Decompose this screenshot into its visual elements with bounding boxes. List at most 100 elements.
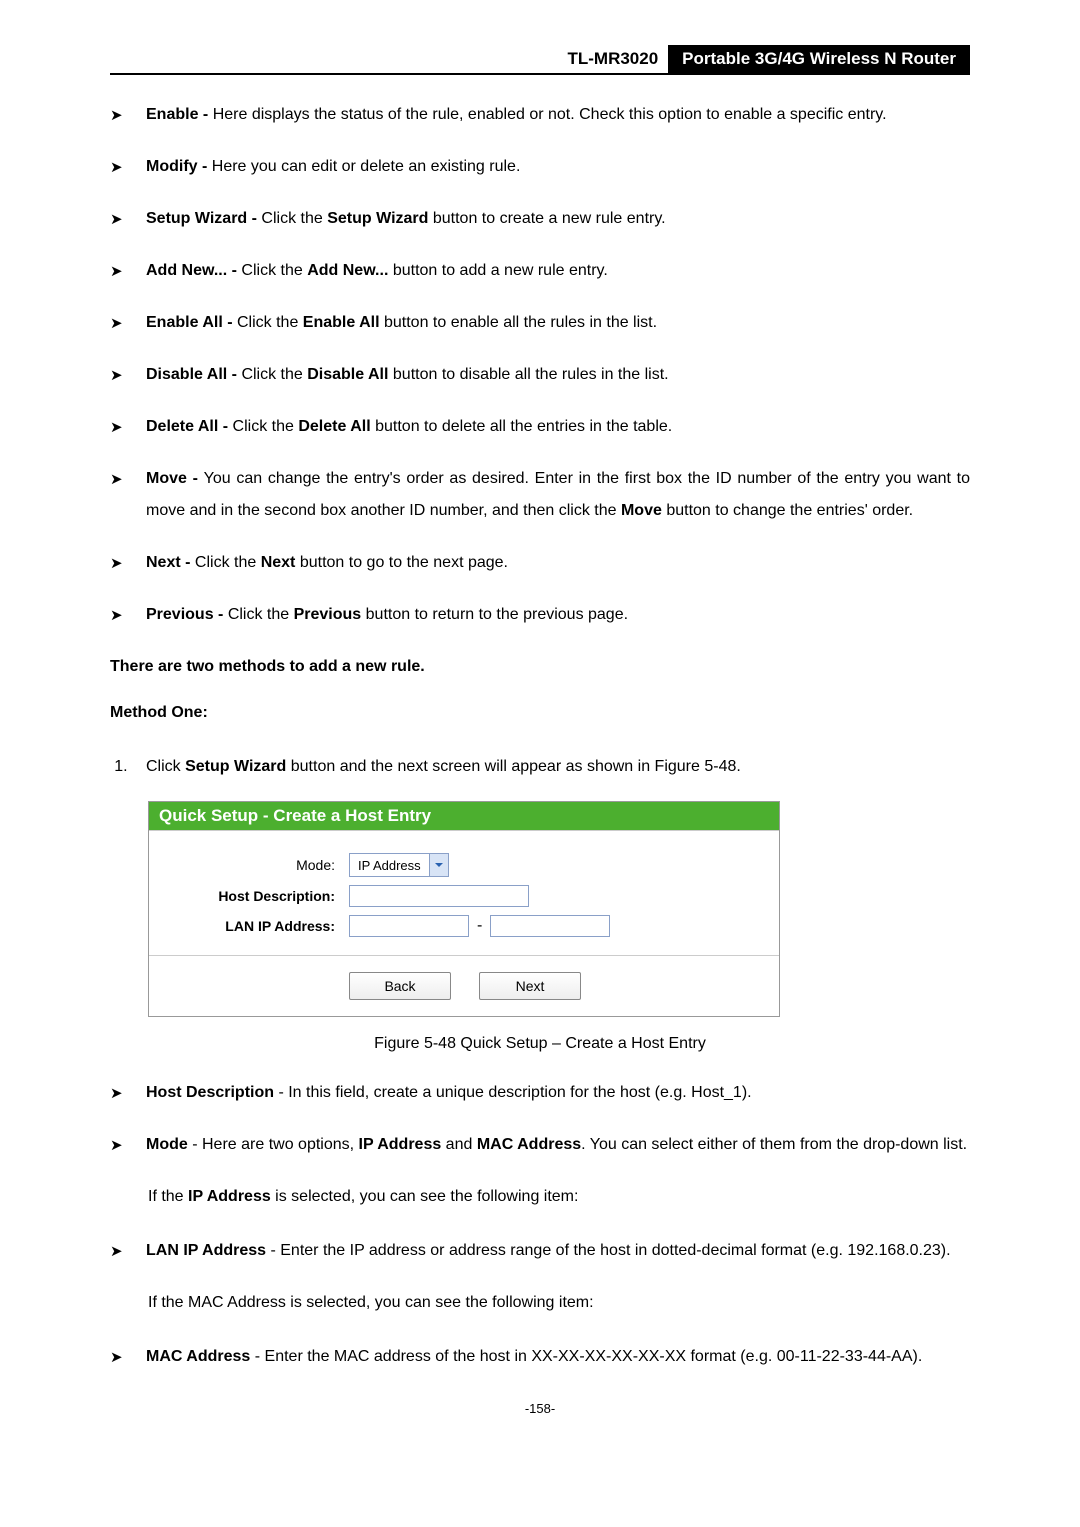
list-item: Disable All - Click the Disable All butt… xyxy=(110,359,970,391)
lan-ip-end-input[interactable] xyxy=(490,915,610,937)
list-item: Enable All - Click the Enable All button… xyxy=(110,307,970,339)
sep: - xyxy=(266,1242,280,1259)
desc-bold: Setup Wizard xyxy=(327,210,428,227)
figure-caption: Figure 5-48 Quick Setup – Create a Host … xyxy=(110,1035,970,1053)
desc-bold: Next xyxy=(261,554,296,571)
lan-ip-start-input[interactable] xyxy=(349,915,469,937)
mode-select[interactable]: IP Address xyxy=(349,853,449,877)
list-item: Next - Click the Next button to go to th… xyxy=(110,547,970,579)
term: Next xyxy=(146,554,181,571)
header-bar: TL-MR3020 Portable 3G/4G Wireless N Rout… xyxy=(110,45,970,75)
desc: In this field, create a unique descripti… xyxy=(288,1084,751,1101)
list-item: Modify - Here you can edit or delete an … xyxy=(110,151,970,183)
desc-post: button to enable all the rules in the li… xyxy=(380,314,658,331)
list-item: Add New... - Click the Add New... button… xyxy=(110,255,970,287)
term: Add New... xyxy=(146,262,227,279)
field-list-main: Host Description - In this field, create… xyxy=(110,1077,970,1161)
desc-pre: Click the xyxy=(241,366,307,383)
cond-post: is selected, you can see the following i… xyxy=(271,1188,579,1205)
desc: Enter the MAC address of the host in XX-… xyxy=(265,1348,923,1365)
condition-ip: If the IP Address is selected, you can s… xyxy=(148,1181,970,1213)
desc-post: button to disable all the rules in the l… xyxy=(388,366,668,383)
term: Host Description xyxy=(146,1084,274,1101)
term: Modify xyxy=(146,158,198,175)
term: Mode xyxy=(146,1136,188,1153)
field-list-ip: LAN IP Address - Enter the IP address or… xyxy=(110,1235,970,1267)
desc-post: button to create a new rule entry. xyxy=(428,210,665,227)
term: Delete All xyxy=(146,418,218,435)
sep: - xyxy=(181,554,195,571)
desc-post: button to return to the previous page. xyxy=(361,606,628,623)
desc-bold: Delete All xyxy=(298,418,370,435)
label-host-description: Host Description: xyxy=(165,888,349,904)
sep: - xyxy=(227,366,241,383)
host-description-input[interactable] xyxy=(349,885,529,907)
step-ref: Figure 5-48 xyxy=(655,758,737,775)
figure-quick-setup: Quick Setup - Create a Host Entry Mode: … xyxy=(148,801,780,1017)
term: Enable All xyxy=(146,314,223,331)
product-name: Portable 3G/4G Wireless N Router xyxy=(668,45,970,73)
term: LAN IP Address xyxy=(146,1242,266,1259)
label-lan-ip: LAN IP Address: xyxy=(165,918,349,934)
sep: - xyxy=(274,1084,288,1101)
desc-bold: Enable All xyxy=(303,314,380,331)
desc-post: button to delete all the entries in the … xyxy=(371,418,673,435)
list-item: MAC Address - Enter the MAC address of t… xyxy=(110,1341,970,1373)
term: Previous xyxy=(146,606,214,623)
desc-post: button to change the entries' order. xyxy=(662,502,913,519)
list-item: Enable - Here displays the status of the… xyxy=(110,99,970,131)
list-item: LAN IP Address - Enter the IP address or… xyxy=(110,1235,970,1267)
b2: MAC Address xyxy=(477,1136,581,1153)
method-one-heading: Method One: xyxy=(110,697,970,729)
b1: IP Address xyxy=(359,1136,442,1153)
term: MAC Address xyxy=(146,1348,250,1365)
model-number: TL-MR3020 xyxy=(557,45,668,73)
steps-list: Click Setup Wizard button and the next s… xyxy=(110,751,970,783)
chevron-down-icon[interactable] xyxy=(429,854,448,876)
list-item: Previous - Click the Previous button to … xyxy=(110,599,970,631)
list-item: Move - You can change the entry's order … xyxy=(110,463,970,527)
step-post: . xyxy=(736,758,740,775)
desc-pre: Click the xyxy=(233,418,299,435)
cond-bold: IP Address xyxy=(188,1188,271,1205)
cond-pre: If the xyxy=(148,1188,188,1205)
sep: - xyxy=(247,210,261,227)
sep: - xyxy=(198,106,212,123)
sep: - xyxy=(250,1348,264,1365)
next-button[interactable]: Next xyxy=(479,972,581,1000)
header-inner: TL-MR3020 Portable 3G/4G Wireless N Rout… xyxy=(557,45,970,73)
range-dash: - xyxy=(477,917,482,935)
field-list-mac: MAC Address - Enter the MAC address of t… xyxy=(110,1341,970,1373)
desc-pre: Click the xyxy=(241,262,307,279)
methods-intro: There are two methods to add a new rule. xyxy=(110,651,970,683)
desc-bold: Move xyxy=(621,502,662,519)
desc: Here displays the status of the rule, en… xyxy=(213,106,887,123)
desc-pre: Click the xyxy=(195,554,261,571)
figure-title: Quick Setup - Create a Host Entry xyxy=(149,802,779,830)
sep: - xyxy=(188,1136,202,1153)
figure-buttons: Back Next xyxy=(149,956,779,1016)
label-mode: Mode: xyxy=(165,857,349,873)
desc-bold: Previous xyxy=(294,606,362,623)
term: Enable xyxy=(146,106,198,123)
sep: - xyxy=(223,314,237,331)
condition-mac: If the MAC Address is selected, you can … xyxy=(148,1287,970,1319)
list-item: Setup Wizard - Click the Setup Wizard bu… xyxy=(110,203,970,235)
term: Move xyxy=(146,470,187,487)
row-lan-ip: LAN IP Address: - xyxy=(165,915,763,937)
desc-post: button to add a new rule entry. xyxy=(388,262,607,279)
desc-pre: Click the xyxy=(261,210,327,227)
pre: Here are two options, xyxy=(202,1136,359,1153)
back-button[interactable]: Back xyxy=(349,972,451,1000)
step-bold: Setup Wizard xyxy=(185,758,286,775)
term: Setup Wizard xyxy=(146,210,247,227)
row-host-description: Host Description: xyxy=(165,885,763,907)
page-number: -158- xyxy=(110,1401,970,1416)
step-mid: button and the next screen will appear a… xyxy=(286,758,654,775)
desc-post: button to go to the next page. xyxy=(295,554,508,571)
step-pre: Click xyxy=(146,758,185,775)
sep: - xyxy=(218,418,232,435)
desc-bold: Disable All xyxy=(307,366,388,383)
mid: and xyxy=(441,1136,477,1153)
sep: - xyxy=(187,470,204,487)
